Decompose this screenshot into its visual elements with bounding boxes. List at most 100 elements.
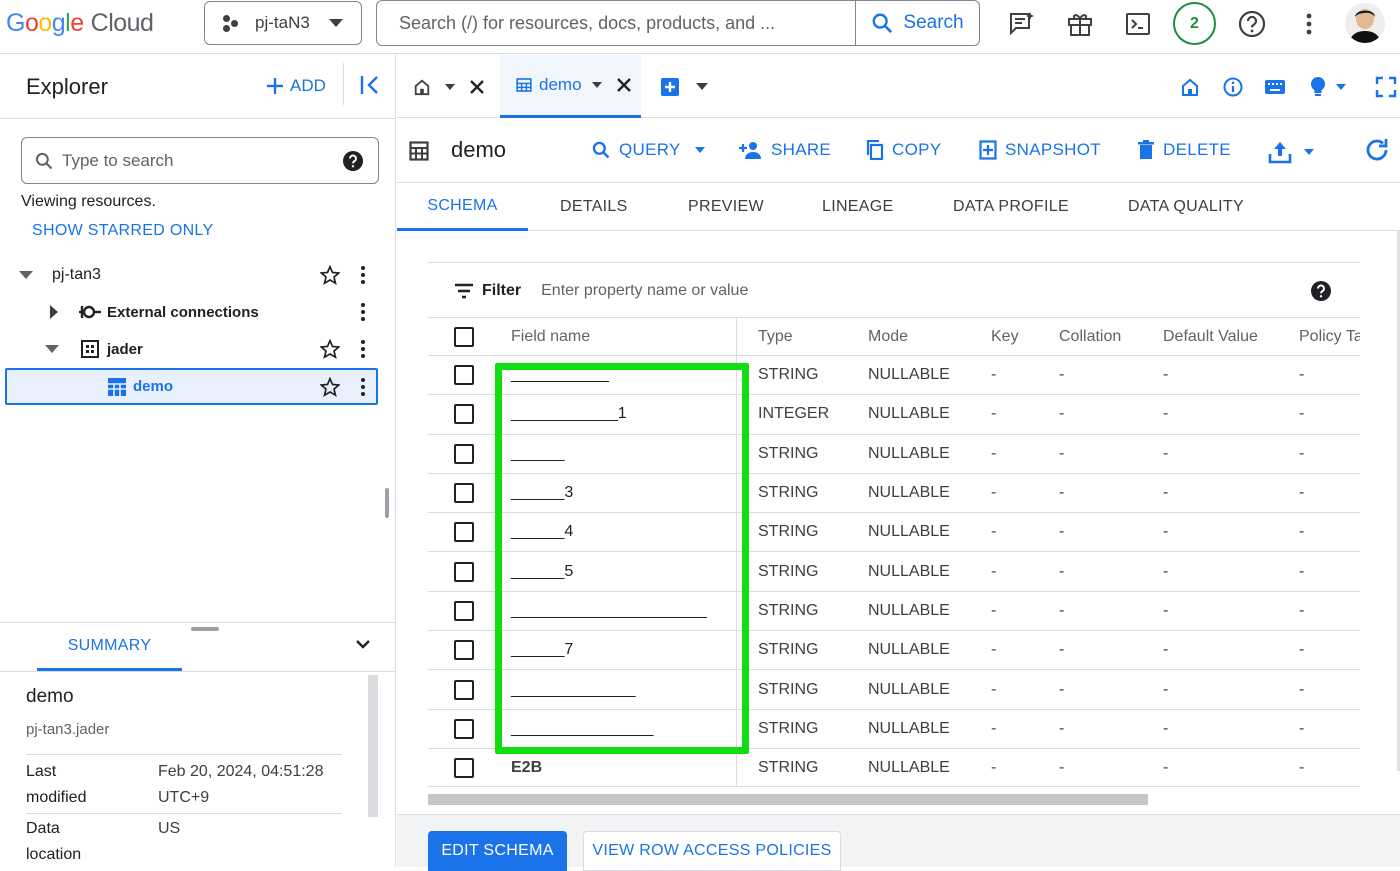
- help-icon[interactable]: [1237, 9, 1267, 39]
- table-row[interactable]: E2B STRING NULLABLE - - - -: [428, 747, 1360, 788]
- column-header[interactable]: Collation: [1059, 318, 1121, 355]
- table-row[interactable]: ______ STRING NULLABLE - - - -: [428, 433, 1360, 473]
- row-checkbox[interactable]: [454, 395, 474, 433]
- view-row-access-policies-button[interactable]: VIEW ROW ACCESS POLICIES: [583, 831, 841, 871]
- more-vert-icon[interactable]: [361, 340, 365, 358]
- tab-lineage[interactable]: LINEAGE: [822, 183, 893, 231]
- row-checkbox[interactable]: [454, 749, 474, 786]
- row-checkbox[interactable]: [454, 670, 474, 708]
- help-icon[interactable]: [1310, 280, 1332, 302]
- tab-schema[interactable]: SCHEMA: [397, 183, 528, 231]
- edit-schema-button[interactable]: EDIT SCHEMA: [428, 831, 567, 871]
- lightbulb-icon[interactable]: [1310, 55, 1346, 118]
- scrollbar[interactable]: [368, 675, 378, 817]
- snapshot-button[interactable]: SNAPSHOT: [979, 140, 1101, 160]
- fullscreen-icon[interactable]: [1375, 55, 1397, 118]
- column-divider[interactable]: [736, 318, 737, 355]
- collapse-panel-icon[interactable]: [360, 75, 380, 100]
- copy-button[interactable]: COPY: [866, 140, 941, 160]
- global-search[interactable]: Search (/) for resources, docs, products…: [376, 0, 980, 46]
- star-icon[interactable]: [320, 377, 340, 397]
- more-vert-icon[interactable]: [1294, 9, 1324, 39]
- column-header[interactable]: Key: [991, 318, 1019, 355]
- column-header[interactable]: Type: [758, 318, 793, 355]
- notifications-badge[interactable]: 2: [1173, 2, 1216, 45]
- field-name-cell[interactable]: ______________________: [511, 592, 707, 630]
- table-row[interactable]: ______________ STRING NULLABLE - - - -: [428, 669, 1360, 709]
- field-name-cell[interactable]: E2B: [511, 749, 542, 786]
- horizontal-scrollbar[interactable]: [428, 794, 1148, 805]
- table-row[interactable]: ________________ STRING NULLABLE - - - -: [428, 708, 1360, 748]
- row-checkbox[interactable]: [454, 552, 474, 590]
- close-icon[interactable]: [469, 79, 485, 95]
- filter-bar[interactable]: Filter Enter property name or value: [428, 262, 1360, 318]
- tab-home[interactable]: [413, 55, 501, 118]
- show-starred-only-link[interactable]: SHOW STARRED ONLY: [32, 222, 213, 240]
- chevron-down-icon[interactable]: [445, 83, 455, 90]
- delete-button[interactable]: DELETE: [1137, 140, 1231, 160]
- more-vert-icon[interactable]: [361, 378, 365, 396]
- field-name-cell[interactable]: ______7: [511, 631, 573, 669]
- column-header[interactable]: Mode: [868, 318, 908, 355]
- gift-icon[interactable]: [1065, 9, 1095, 39]
- field-name-cell[interactable]: ________________: [511, 710, 653, 748]
- row-checkbox[interactable]: [454, 435, 474, 473]
- field-name-cell[interactable]: ______: [511, 435, 564, 473]
- row-checkbox[interactable]: [454, 513, 474, 551]
- tree-item-project[interactable]: pj-tan3: [5, 258, 378, 292]
- tab-details[interactable]: DETAILS: [560, 183, 628, 231]
- keyboard-icon[interactable]: [1264, 55, 1286, 118]
- chevron-down-icon[interactable]: [696, 83, 708, 90]
- share-button[interactable]: SHARE: [739, 140, 831, 160]
- new-tab-button[interactable]: [660, 55, 720, 118]
- table-row[interactable]: ___________ STRING NULLABLE - - - -: [428, 355, 1360, 395]
- star-icon[interactable]: [320, 339, 340, 359]
- resize-handle[interactable]: [191, 627, 219, 631]
- field-name-cell[interactable]: ______3: [511, 474, 573, 512]
- field-name-cell[interactable]: ______5: [511, 552, 573, 590]
- column-header[interactable]: Field name: [511, 318, 590, 355]
- close-icon[interactable]: [616, 77, 632, 93]
- chevron-down-icon[interactable]: [19, 271, 33, 279]
- info-icon[interactable]: [1223, 55, 1243, 118]
- row-checkbox[interactable]: [454, 631, 474, 669]
- feedback-icon[interactable]: [1007, 9, 1037, 39]
- field-name-cell[interactable]: ___________: [511, 356, 609, 394]
- search-input[interactable]: Search (/) for resources, docs, products…: [377, 13, 855, 34]
- chevron-down-icon[interactable]: [45, 345, 59, 353]
- chevron-down-icon[interactable]: [355, 637, 371, 655]
- chevron-down-icon[interactable]: [591, 82, 602, 88]
- field-name-cell[interactable]: ______4: [511, 513, 573, 551]
- google-cloud-logo[interactable]: Google Cloud: [6, 9, 154, 38]
- table-row[interactable]: ______5 STRING NULLABLE - - - -: [428, 551, 1360, 591]
- project-picker[interactable]: pj-taN3: [204, 1, 362, 45]
- filter-input[interactable]: Enter property name or value: [541, 282, 1310, 300]
- row-checkbox[interactable]: [454, 592, 474, 630]
- table-row[interactable]: ______________________ STRING NULLABLE - - - -: [428, 590, 1360, 631]
- field-name-cell[interactable]: ____________1: [511, 395, 627, 433]
- table-row[interactable]: ______7 STRING NULLABLE - - - -: [428, 630, 1360, 670]
- more-vert-icon[interactable]: [361, 266, 365, 284]
- table-row[interactable]: ______3 STRING NULLABLE - - - -: [428, 472, 1360, 513]
- tab-preview[interactable]: PREVIEW: [688, 183, 764, 231]
- tree-item-dataset-jader[interactable]: jader: [5, 332, 378, 366]
- table-row[interactable]: ______4 STRING NULLABLE - - - -: [428, 512, 1360, 552]
- table-row[interactable]: ____________1 INTEGER NULLABLE - - - -: [428, 394, 1360, 434]
- tab-data-quality[interactable]: DATA QUALITY: [1128, 183, 1244, 231]
- row-checkbox[interactable]: [454, 710, 474, 748]
- field-name-cell[interactable]: ______________: [511, 670, 636, 708]
- chevron-right-icon[interactable]: [50, 305, 58, 319]
- column-header[interactable]: Default Value: [1163, 318, 1258, 355]
- avatar[interactable]: [1345, 3, 1385, 43]
- tab-summary[interactable]: SUMMARY: [37, 623, 182, 671]
- star-icon[interactable]: [320, 265, 340, 285]
- export-button[interactable]: [1268, 140, 1314, 164]
- more-vert-icon[interactable]: [361, 303, 365, 321]
- tab-data-profile[interactable]: DATA PROFILE: [953, 183, 1069, 231]
- help-icon[interactable]: [342, 150, 364, 172]
- chevron-down-icon[interactable]: [1336, 83, 1346, 90]
- row-checkbox[interactable]: [454, 356, 474, 394]
- tree-item-external-connections[interactable]: External connections: [5, 295, 378, 329]
- add-button[interactable]: ADD: [266, 76, 326, 96]
- row-checkbox[interactable]: [454, 474, 474, 512]
